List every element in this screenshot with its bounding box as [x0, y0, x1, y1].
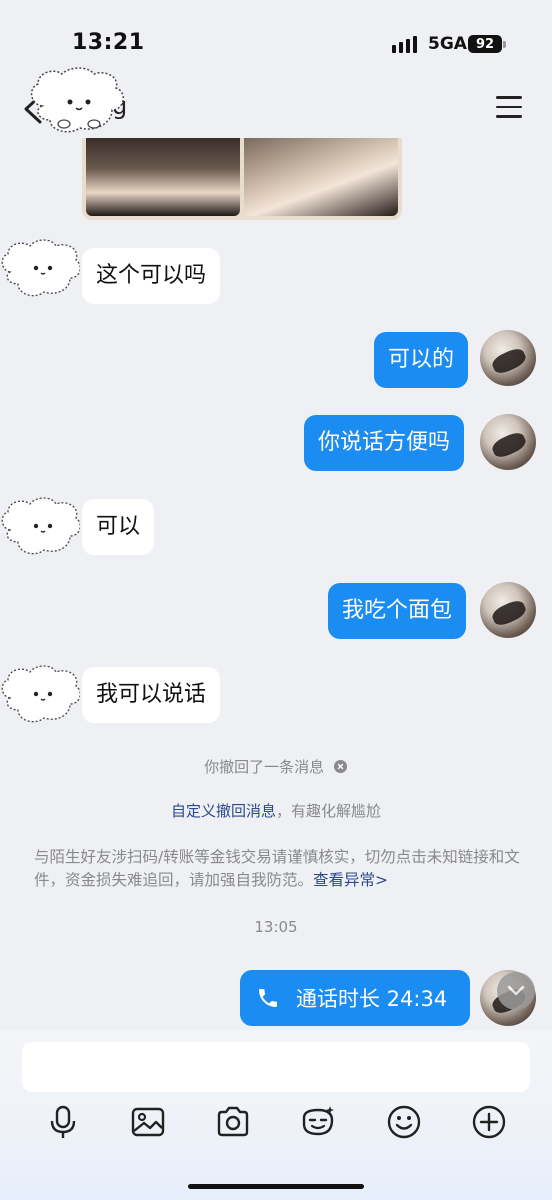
- contact-avatar[interactable]: [24, 66, 134, 138]
- battery-tip: [503, 41, 506, 48]
- home-indicator: [188, 1184, 364, 1189]
- signal-icon: [392, 36, 417, 53]
- close-circle-icon[interactable]: [333, 759, 348, 774]
- message-bubble-received[interactable]: 这个可以吗: [82, 248, 221, 304]
- menu-icon[interactable]: [496, 96, 522, 118]
- message-bubble-sent[interactable]: 你说话方便吗: [304, 415, 465, 471]
- call-record-bubble[interactable]: 通话时长 24:34: [240, 970, 470, 1026]
- recall-notice: 你撤回了一条消息: [0, 756, 552, 777]
- contact-avatar[interactable]: [0, 496, 80, 560]
- photo-thumbnail[interactable]: [244, 138, 398, 216]
- contact-avatar[interactable]: [0, 664, 80, 728]
- camera-icon[interactable]: [215, 1104, 251, 1140]
- scroll-to-bottom-button[interactable]: [497, 972, 535, 1010]
- custom-recall-link[interactable]: 自定义撤回消息: [171, 802, 276, 820]
- status-time: 13:21: [72, 30, 145, 55]
- call-duration-label: 通话时长 24:34: [296, 987, 448, 1011]
- battery-icon: 92: [468, 35, 502, 53]
- custom-recall-notice: 自定义撤回消息，有趣化解尴尬: [0, 800, 552, 821]
- image-message[interactable]: [82, 138, 402, 220]
- my-avatar[interactable]: [480, 330, 536, 386]
- sticker-icon[interactable]: [300, 1104, 336, 1140]
- network-type: 5GA: [428, 34, 467, 54]
- security-warning: 与陌生好友涉扫码/转账等金钱交易请谨慎核实，切勿点击未知链接和文件，资金损失难追…: [34, 846, 534, 892]
- message-bubble-received[interactable]: 我可以说话: [82, 667, 221, 723]
- plus-icon[interactable]: [471, 1104, 507, 1140]
- message-bubble-sent[interactable]: 可以的: [374, 332, 469, 388]
- phone-icon: [259, 989, 277, 1007]
- message-bubble-received[interactable]: 可以: [82, 499, 155, 555]
- message-timestamp: 13:05: [254, 918, 298, 936]
- chevron-down-icon: [507, 985, 525, 996]
- warning-text: 与陌生好友涉扫码/转账等金钱交易请谨慎核实，切勿点击未知链接和文件，资金损失难追…: [34, 848, 520, 889]
- my-avatar[interactable]: [480, 414, 536, 470]
- emoji-icon[interactable]: [386, 1104, 422, 1140]
- battery-level: 92: [475, 36, 495, 52]
- contact-avatar[interactable]: [0, 238, 80, 302]
- photo-thumbnail[interactable]: [86, 138, 240, 216]
- my-avatar[interactable]: [480, 582, 536, 638]
- view-anomaly-link[interactable]: 查看异常>: [313, 871, 388, 889]
- recall-text: 你撤回了一条消息: [204, 758, 325, 776]
- image-icon[interactable]: [130, 1104, 166, 1140]
- custom-recall-suffix: ，有趣化解尴尬: [276, 802, 382, 820]
- message-bubble-sent[interactable]: 我吃个面包: [328, 583, 467, 639]
- microphone-icon[interactable]: [45, 1104, 81, 1140]
- message-input[interactable]: [22, 1042, 530, 1092]
